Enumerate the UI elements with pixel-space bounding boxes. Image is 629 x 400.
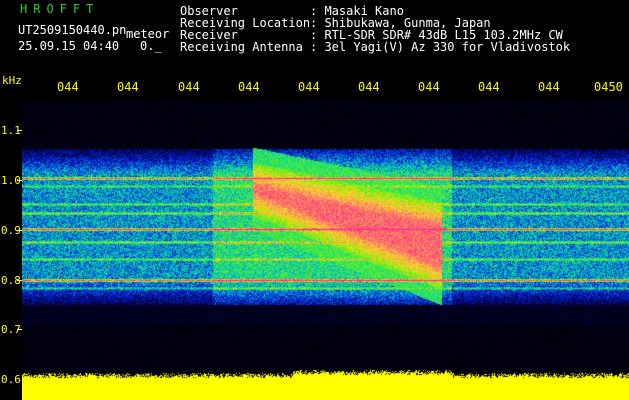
- spectrogram-window: HROFFT UT2509150440.pn meteor 25.09.15 0…: [0, 0, 629, 400]
- spectrogram-canvas: [22, 100, 629, 400]
